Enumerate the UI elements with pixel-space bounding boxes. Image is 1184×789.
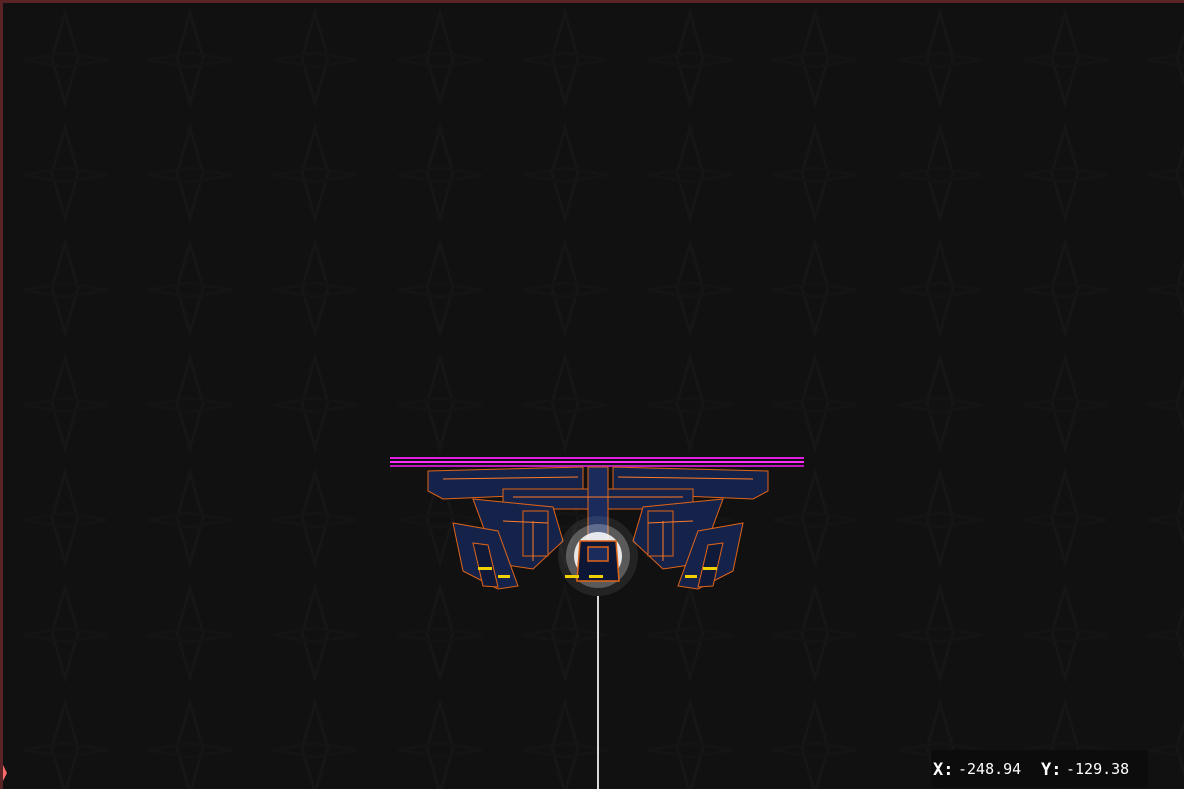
x-coordinate-value: -248.94: [958, 760, 1022, 778]
shield-bar: [390, 457, 804, 467]
game-viewport[interactable]: X: -248.94 Y: -129.38: [0, 0, 1184, 789]
coordinate-readout: X: -248.94 Y: -129.38: [931, 750, 1148, 788]
edge-marker: [3, 765, 7, 781]
player-ship-icon: [390, 457, 804, 789]
y-coordinate-value: -129.38: [1066, 760, 1130, 778]
x-coordinate-label: X:: [933, 760, 954, 780]
y-coordinate-label: Y:: [1041, 760, 1062, 780]
